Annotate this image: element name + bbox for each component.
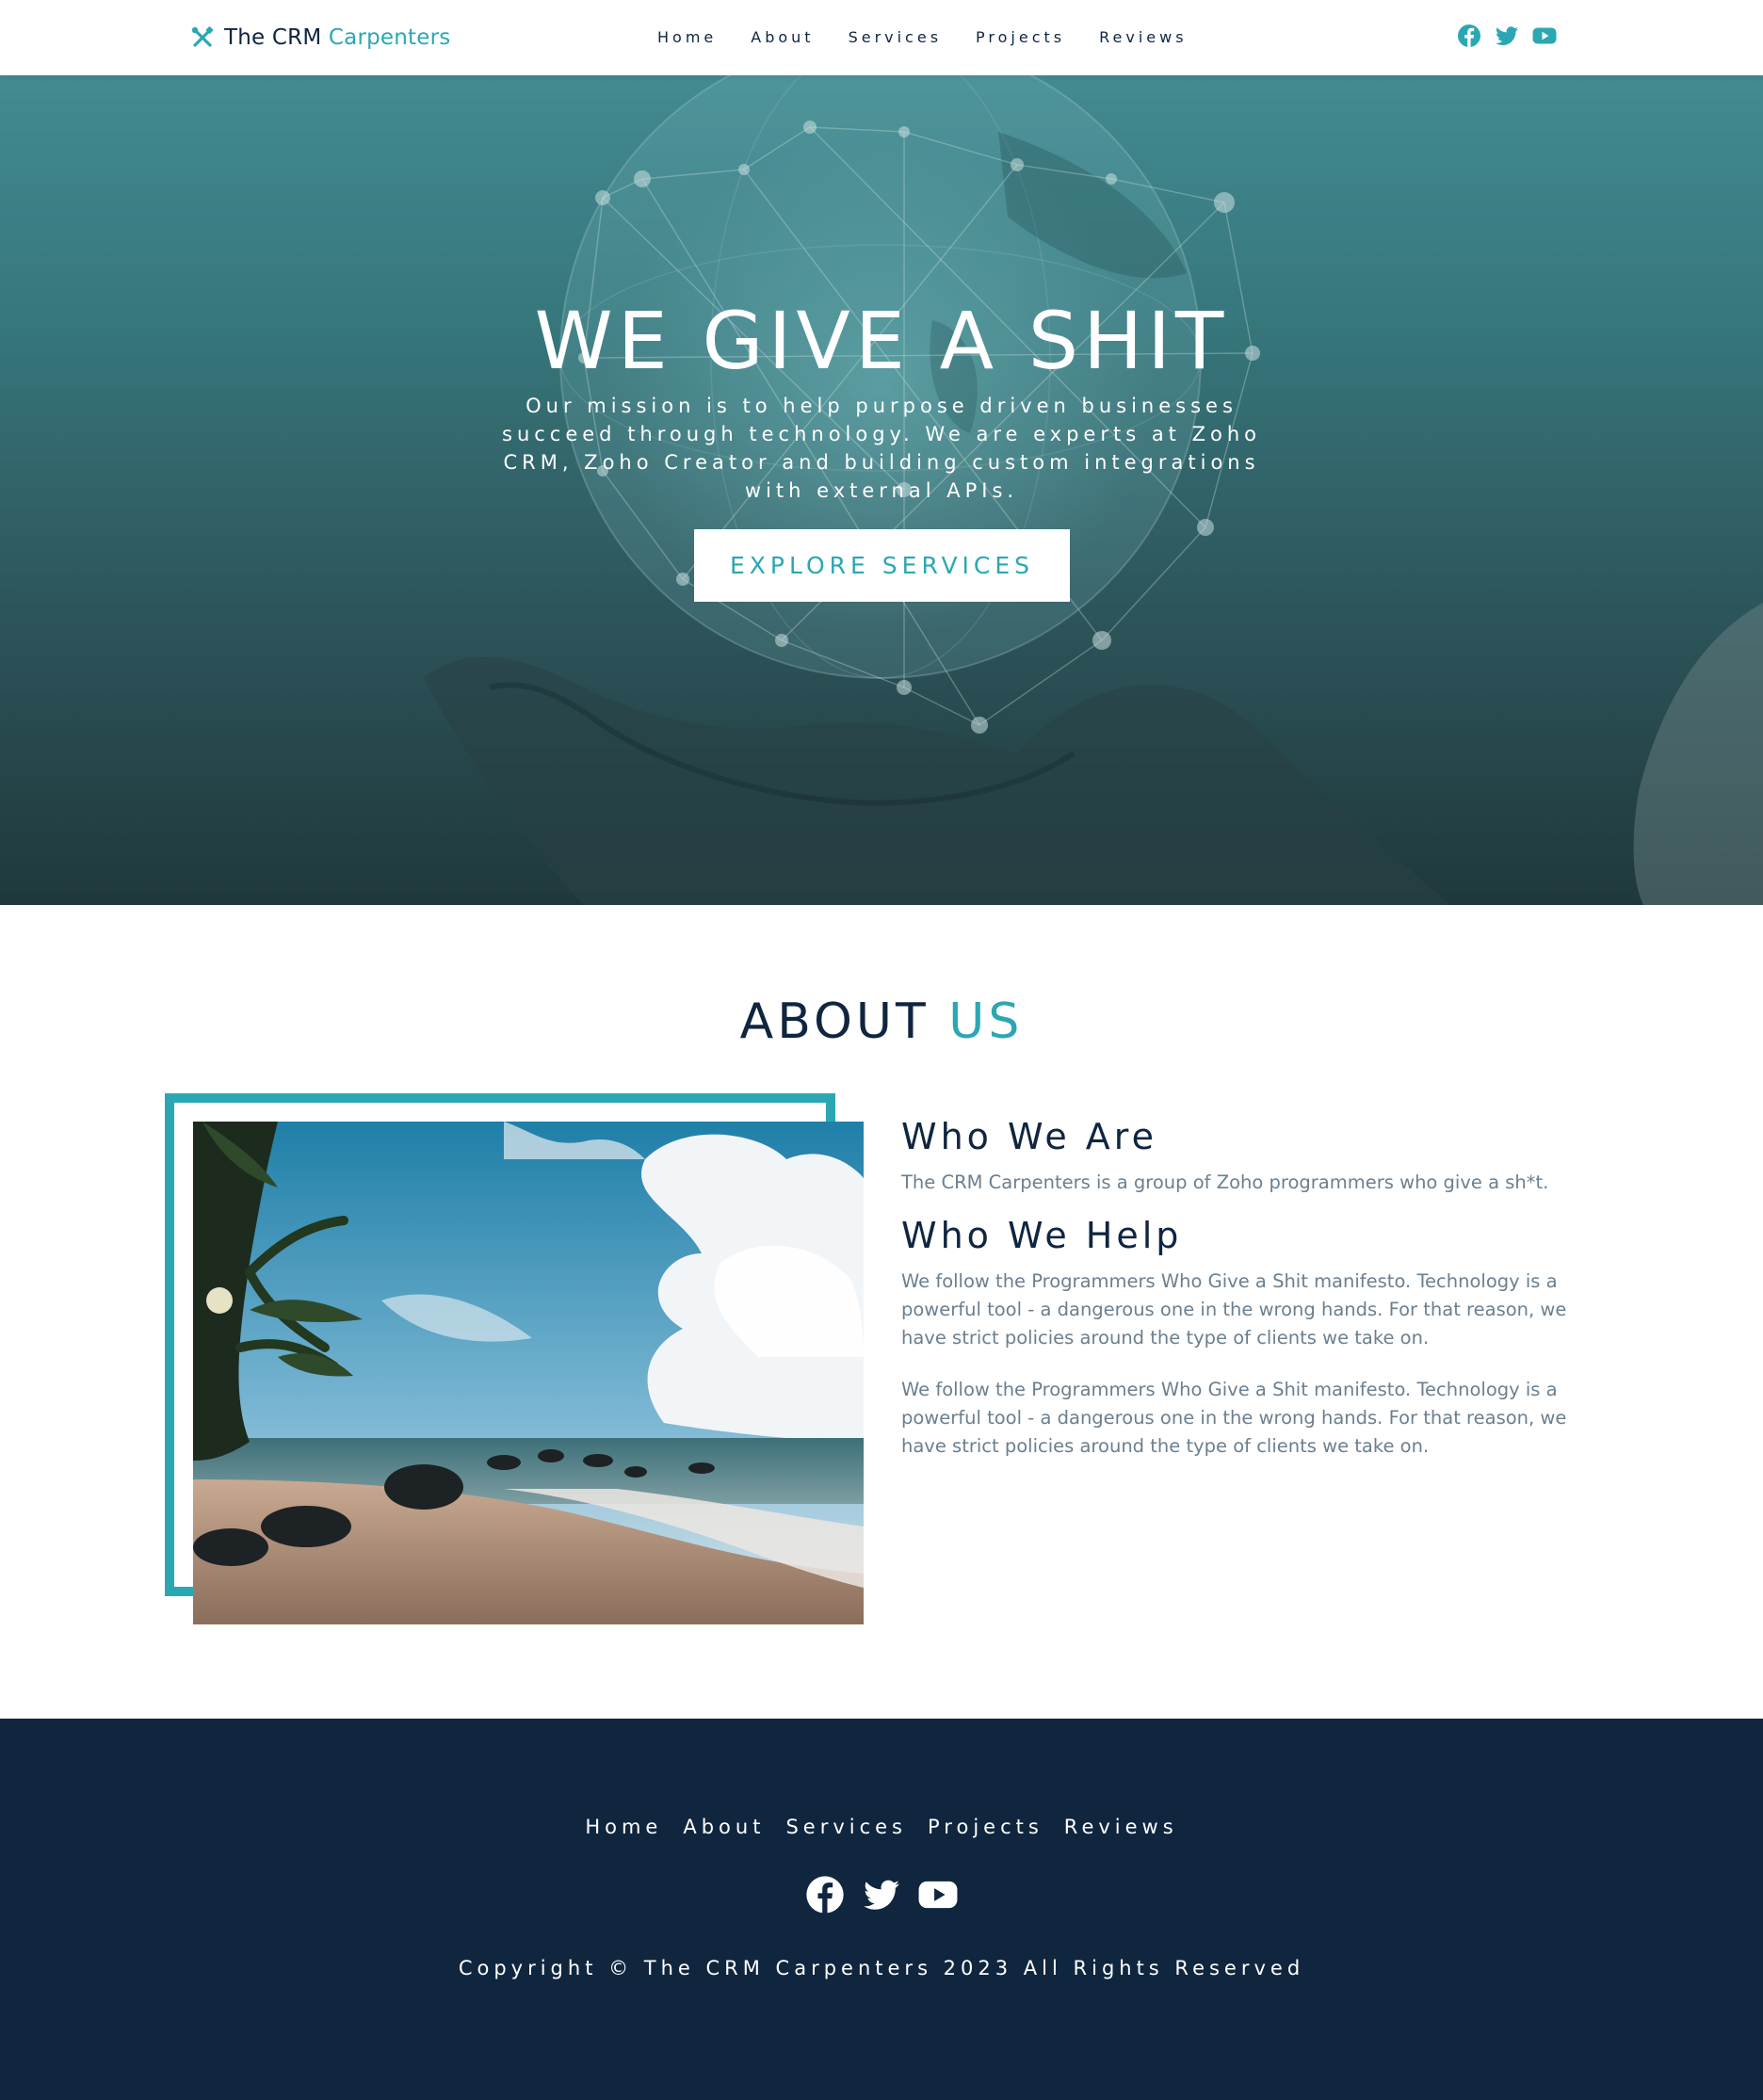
who-we-are-heading: Who We Are	[901, 1116, 1157, 1157]
footer-link-about[interactable]: About	[683, 1813, 765, 1841]
beach-photo	[193, 1122, 864, 1624]
who-we-help-heading: Who We Help	[901, 1215, 1183, 1256]
nav-facebook-link[interactable]	[1456, 23, 1482, 49]
hero-subtitle: Our mission is to help purpose driven bu…	[502, 395, 1261, 502]
nav-link-home[interactable]: Home	[657, 24, 717, 51]
youtube-icon	[1532, 27, 1557, 44]
footer-link-projects[interactable]: Projects	[928, 1813, 1043, 1841]
brand-name-part2: Carpenters	[328, 25, 451, 50]
about-title-part1: ABOUT	[739, 993, 930, 1050]
tools-icon	[191, 26, 214, 47]
nav-link-projects[interactable]: Projects	[976, 24, 1065, 51]
nav-social-links	[1456, 23, 1558, 49]
footer-nav: Home About Services Projects Reviews	[0, 1813, 1763, 1841]
facebook-icon	[806, 1876, 844, 1914]
top-navbar: The CRM Carpenters Home About Services P…	[0, 0, 1763, 75]
brand-logo-link[interactable]: The CRM Carpenters	[190, 23, 450, 53]
site-footer: Home About Services Projects Reviews Cop…	[0, 1719, 1763, 2100]
footer-link-services[interactable]: Services	[785, 1813, 907, 1841]
about-title: ABOUT US	[0, 991, 1763, 1053]
who-we-are-text: The CRM Carpenters is a group of Zoho pr…	[901, 1171, 1549, 1193]
copyright-text: Copyright © The CRM Carpenters 2023 All …	[458, 1957, 1305, 1979]
footer-link-reviews[interactable]: Reviews	[1064, 1813, 1178, 1841]
footer-youtube-link[interactable]	[917, 1874, 959, 1915]
primary-nav: Home About Services Projects Reviews	[657, 24, 1221, 51]
youtube-icon	[918, 1881, 958, 1909]
nav-twitter-link[interactable]	[1494, 23, 1520, 49]
hero-title: WE GIVE A SHIT	[534, 295, 1229, 387]
brand-name-part1: The CRM	[224, 25, 322, 50]
nav-link-services[interactable]: Services	[849, 24, 942, 51]
beach-photo-graphic	[193, 1122, 864, 1624]
who-we-help-text-1: We follow the Programmers Who Give a Shi…	[901, 1270, 1567, 1349]
explore-services-button[interactable]: EXPLORE SERVICES	[694, 529, 1070, 602]
footer-facebook-link[interactable]	[804, 1874, 846, 1915]
brand-name: The CRM Carpenters	[224, 25, 450, 50]
twitter-icon	[864, 1880, 899, 1910]
footer-twitter-link[interactable]	[861, 1874, 902, 1915]
about-title-part2: US	[948, 993, 1024, 1050]
footer-social-links	[0, 1874, 1763, 1915]
hero-section: WE GIVE A SHIT Our mission is to help pu…	[0, 75, 1763, 905]
nav-link-about[interactable]: About	[751, 24, 814, 51]
twitter-icon	[1496, 26, 1518, 45]
nav-youtube-link[interactable]	[1531, 23, 1558, 49]
nav-link-reviews[interactable]: Reviews	[1099, 24, 1187, 51]
facebook-icon	[1458, 24, 1480, 47]
who-we-help-text-2: We follow the Programmers Who Give a Shi…	[901, 1379, 1567, 1457]
footer-link-home[interactable]: Home	[585, 1813, 662, 1841]
